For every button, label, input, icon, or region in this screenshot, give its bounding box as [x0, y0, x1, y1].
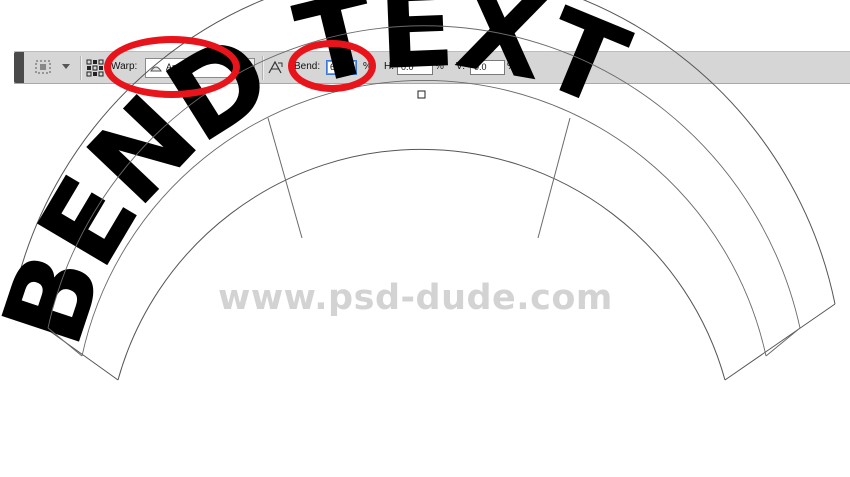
warp-envelope-inner[interactable] [117, 148, 726, 381]
warp-mesh-line [765, 327, 801, 357]
bend-callout-circle [288, 40, 376, 92]
warp-control-handle[interactable] [417, 90, 426, 99]
watermark-text: www.psd-dude.com [218, 278, 613, 318]
warp-mesh-line [537, 117, 571, 239]
warp-mesh-line [267, 117, 303, 239]
warp-envelope-right-edge[interactable] [724, 303, 836, 381]
warp-callout-circle [104, 36, 240, 98]
